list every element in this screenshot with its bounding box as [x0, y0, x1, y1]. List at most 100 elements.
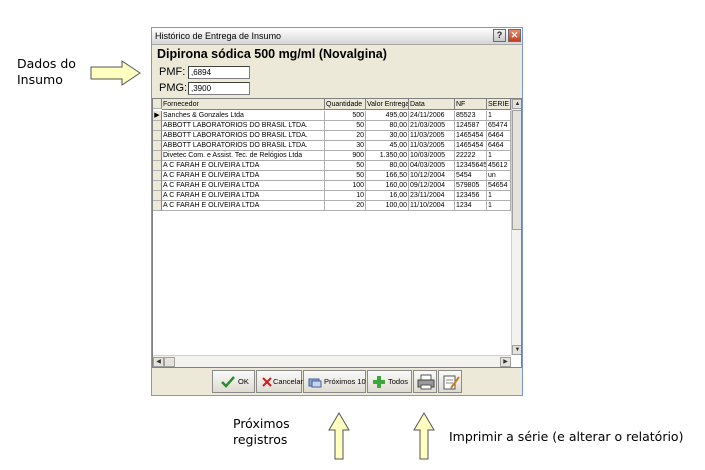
table-cell[interactable]: 11/03/2005: [409, 131, 455, 141]
grid-corner: [153, 99, 162, 109]
table-cell[interactable]: 10/12/2004: [409, 171, 455, 181]
table-cell[interactable]: 20: [325, 131, 366, 141]
table-cell[interactable]: Divetec Com. e Assist. Tec. de Relógios …: [162, 151, 325, 161]
row-selector[interactable]: [153, 171, 162, 181]
table-cell[interactable]: 124587: [455, 121, 487, 131]
table-cell[interactable]: 1465454: [455, 131, 487, 141]
delivery-history-grid[interactable]: Fornecedor Quantidade Valor Entrega Data NF S…: [152, 98, 522, 368]
table-cell[interactable]: 50: [325, 161, 366, 171]
table-cell[interactable]: 11/10/2004: [409, 201, 455, 211]
scroll-down-icon[interactable]: ▼: [512, 345, 521, 355]
table-cell[interactable]: A C FARAH E OLIVEIRA LTDA: [162, 181, 325, 191]
table-cell[interactable]: A C FARAH E OLIVEIRA LTDA: [162, 171, 325, 181]
table-cell[interactable]: 6464: [487, 131, 511, 141]
table-cell[interactable]: 500: [325, 111, 366, 121]
todos-button[interactable]: Todos: [367, 370, 412, 393]
table-cell[interactable]: 80,00: [366, 161, 409, 171]
column-header[interactable]: NF: [455, 99, 487, 110]
row-selector[interactable]: [153, 141, 162, 151]
table-cell[interactable]: 900: [325, 151, 366, 161]
table-cell[interactable]: 24/11/2006: [409, 111, 455, 121]
table-cell[interactable]: 22222: [455, 151, 487, 161]
edit-report-button[interactable]: [438, 370, 462, 393]
row-selector[interactable]: [153, 121, 162, 131]
row-selector[interactable]: [153, 131, 162, 141]
table-cell[interactable]: 11/03/2005: [409, 141, 455, 151]
table-cell[interactable]: 166,50: [366, 171, 409, 181]
scroll-up-icon[interactable]: ▲: [512, 99, 521, 109]
table-cell[interactable]: A C FARAH E OLIVEIRA LTDA: [162, 191, 325, 201]
pmg-field[interactable]: ,3900: [188, 82, 250, 95]
annotation-arrow-right-icon: [90, 60, 141, 86]
window-titlebar[interactable]: Histórico de Entrega de Insumo ? ✕: [152, 28, 522, 45]
column-header[interactable]: Quantidade: [325, 99, 366, 110]
table-cell[interactable]: 85523: [455, 111, 487, 121]
horizontal-scrollbar[interactable]: ◀ ▶: [153, 355, 511, 367]
pmf-field[interactable]: ,6894: [188, 66, 250, 79]
column-header[interactable]: SERIE: [487, 99, 511, 110]
ok-button[interactable]: OK: [212, 370, 255, 393]
table-cell[interactable]: 30: [325, 141, 366, 151]
table-cell[interactable]: 1234: [455, 201, 487, 211]
table-cell[interactable]: 579805: [455, 181, 487, 191]
table-cell[interactable]: 1: [487, 151, 511, 161]
table-cell[interactable]: 20: [325, 201, 366, 211]
table-cell[interactable]: 45,00: [366, 141, 409, 151]
table-cell[interactable]: 123456: [455, 191, 487, 201]
column-header[interactable]: Fornecedor: [162, 99, 325, 110]
current-row-indicator-icon[interactable]: ▶: [153, 111, 162, 121]
column-header[interactable]: Data: [409, 99, 455, 110]
table-cell[interactable]: 10: [325, 191, 366, 201]
print-button[interactable]: [413, 370, 437, 393]
table-cell[interactable]: 16,00: [366, 191, 409, 201]
cancelar-button[interactable]: Cancelar: [256, 370, 303, 393]
table-cell[interactable]: 100: [325, 181, 366, 191]
table-cell[interactable]: 65474: [487, 121, 511, 131]
row-selector[interactable]: [153, 161, 162, 171]
table-cell[interactable]: 1: [487, 111, 511, 121]
row-selector[interactable]: [153, 201, 162, 211]
table-cell[interactable]: 1.350,00: [366, 151, 409, 161]
table-cell[interactable]: 54654: [487, 181, 511, 191]
column-header[interactable]: Valor Entrega: [366, 99, 409, 110]
row-selector[interactable]: [153, 151, 162, 161]
row-selector[interactable]: [153, 191, 162, 201]
table-cell[interactable]: 160,00: [366, 181, 409, 191]
table-cell[interactable]: 50: [325, 171, 366, 181]
proximos-button[interactable]: Próximos 10: [303, 370, 366, 393]
scroll-left-icon[interactable]: ◀: [153, 357, 164, 367]
table-cell[interactable]: ABBOTT LABORATORIOS DO BRASIL LTDA.: [162, 131, 325, 141]
table-cell[interactable]: 04/03/2005: [409, 161, 455, 171]
cancel-x-icon: [262, 377, 272, 387]
scroll-right-icon[interactable]: ▶: [500, 357, 511, 367]
table-cell[interactable]: 12345645: [455, 161, 487, 171]
table-cell[interactable]: 21/03/2005: [409, 121, 455, 131]
help-button[interactable]: ?: [493, 29, 506, 42]
table-cell[interactable]: Sanches & Gonzales Ltda: [162, 111, 325, 121]
table-cell[interactable]: 45612: [487, 161, 511, 171]
table-cell[interactable]: 1: [487, 191, 511, 201]
table-cell[interactable]: 5454: [455, 171, 487, 181]
table-cell[interactable]: ABBOTT LABORATORIOS DO BRASIL LTDA.: [162, 121, 325, 131]
table-cell[interactable]: 6464: [487, 141, 511, 151]
table-cell[interactable]: ABBOTT LABORATORIOS DO BRASIL LTDA.: [162, 141, 325, 151]
table-cell[interactable]: 50: [325, 121, 366, 131]
vertical-scroll-thumb[interactable]: [512, 110, 521, 230]
table-cell[interactable]: 100,00: [366, 201, 409, 211]
table-cell[interactable]: 495,00: [366, 111, 409, 121]
table-cell[interactable]: 80,00: [366, 121, 409, 131]
annotation-proximos-line2: registros: [233, 432, 288, 447]
close-button[interactable]: ✕: [508, 29, 521, 42]
vertical-scrollbar[interactable]: ▲ ▼: [511, 99, 521, 355]
table-cell[interactable]: 23/11/2004: [409, 191, 455, 201]
table-cell[interactable]: 10/03/2005: [409, 151, 455, 161]
table-cell[interactable]: 09/12/2004: [409, 181, 455, 191]
row-selector[interactable]: [153, 181, 162, 191]
horizontal-scroll-thumb[interactable]: [164, 357, 175, 367]
table-cell[interactable]: 1: [487, 201, 511, 211]
table-cell[interactable]: 30,00: [366, 131, 409, 141]
table-cell[interactable]: un: [487, 171, 511, 181]
table-cell[interactable]: 1465454: [455, 141, 487, 151]
table-cell[interactable]: A C FARAH E OLIVEIRA LTDA: [162, 201, 325, 211]
table-cell[interactable]: A C FARAH E OLIVEIRA LTDA: [162, 161, 325, 171]
